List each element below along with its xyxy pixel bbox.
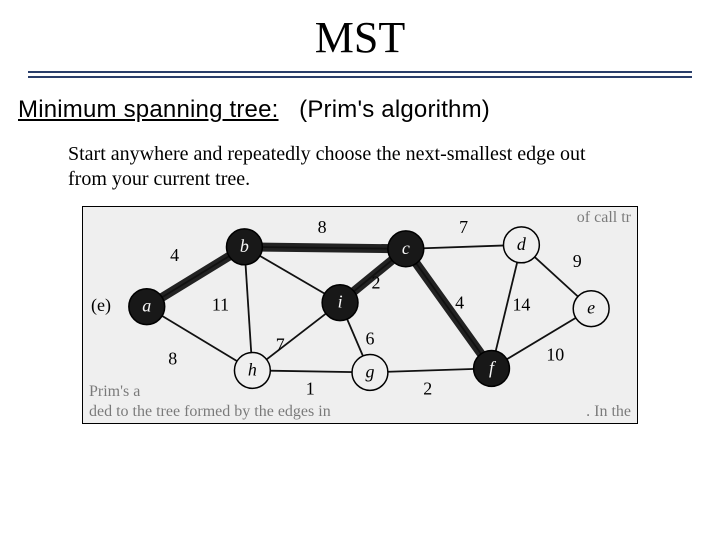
edge-weight: 14 (512, 295, 530, 315)
graph-node-label: b (240, 236, 249, 256)
graph-node-label: e (587, 298, 595, 318)
graph-node-label: g (365, 361, 374, 381)
graph-node-label: a (142, 296, 151, 316)
graph-node-label: h (248, 359, 257, 379)
graph-node-label: d (517, 234, 526, 254)
edge-weight: 7 (459, 217, 468, 237)
edge-weight: 7 (276, 334, 285, 354)
edge-weight: 4 (455, 293, 464, 313)
edge-weight: 8 (318, 217, 327, 237)
graph-figure: of call tr Prim's a ded to the tree form… (82, 206, 638, 424)
edge-weight: 9 (573, 251, 582, 271)
subtitle-algo: (Prim's algorithm) (299, 96, 490, 123)
graph-node-label: c (402, 238, 410, 258)
edge (406, 249, 492, 369)
edge-weight: 1 (306, 378, 315, 398)
title-divider (28, 71, 692, 78)
edge-weight: 8 (168, 348, 177, 368)
edge-weight: 2 (423, 378, 432, 398)
panel-label: (e) (91, 295, 111, 316)
edge-weight: 2 (371, 273, 380, 293)
body-text: Start anywhere and repeatedly choose the… (68, 142, 628, 192)
page-title: MST (0, 12, 720, 63)
edge-weight: 10 (546, 344, 564, 364)
graph-node-label: i (338, 292, 343, 312)
subtitle: Minimum spanning tree: (Prim's algorithm… (18, 96, 720, 124)
edge-weight: 4 (170, 245, 179, 265)
edge-weight: 6 (365, 329, 374, 349)
subtitle-mst: Minimum spanning tree: (18, 96, 279, 123)
graph-svg: 48791014428117162abcdefghi (83, 207, 637, 422)
edge-weight: 11 (212, 295, 229, 315)
